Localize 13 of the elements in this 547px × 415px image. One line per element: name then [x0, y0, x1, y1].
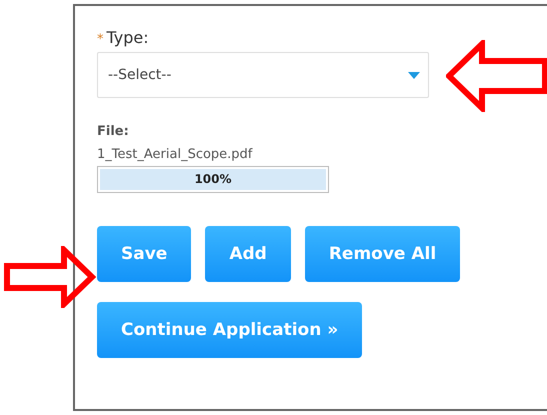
arrow-icon: [446, 40, 547, 112]
progress-reading: 100%: [193, 172, 233, 186]
caret-icon: [408, 72, 420, 78]
field-label: Type:: [106, 28, 149, 47]
action-button[interactable]: Remove All: [304, 226, 460, 282]
action-button[interactable]: Save: [97, 226, 192, 282]
required-mark: *: [97, 32, 104, 47]
file-label: File:: [97, 124, 130, 139]
continue-button[interactable]: Continue Application »: [97, 302, 362, 358]
file-name: 1_Test_Aerial_Scope.pdf: [97, 147, 254, 162]
action-button[interactable]: Add: [205, 226, 291, 282]
type-dropdown[interactable]: --Select--: [97, 52, 429, 98]
arrow-icon: [4, 246, 96, 308]
